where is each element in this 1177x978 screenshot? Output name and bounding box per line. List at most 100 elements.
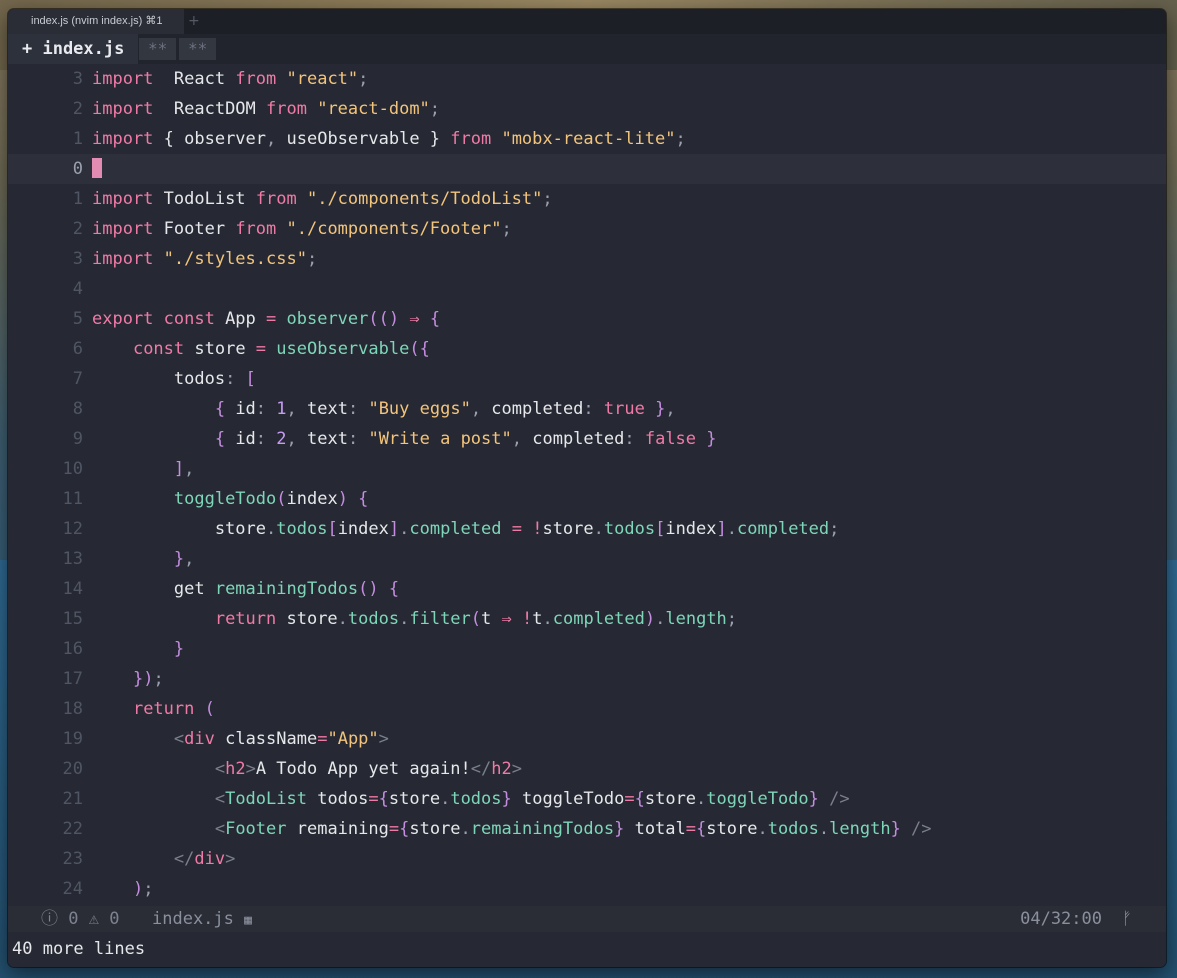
code-line[interactable]: 3 import React from "react"; xyxy=(8,64,1166,94)
git-branch-icon: ᚠ xyxy=(1121,909,1132,929)
line-number: 4 xyxy=(72,279,83,299)
code-line[interactable]: 23 </div> xyxy=(8,844,1166,874)
code-line[interactable]: 3 import "./styles.css"; xyxy=(8,244,1166,274)
code-token: { xyxy=(214,429,226,449)
window-tab[interactable]: index.js (nvim index.js) ⌘1 xyxy=(8,9,184,34)
code-token: = xyxy=(266,309,277,329)
buffer-tab-hidden-1[interactable]: ** xyxy=(139,38,177,60)
code-token: toggleTodo xyxy=(706,789,809,809)
code-editor[interactable]: 3 import React from "react"; 2 import React… xyxy=(8,64,1166,904)
buffer-tab-index-js[interactable]: + index.js xyxy=(8,34,139,64)
code-line[interactable]: 11 toggleTodo(index) { xyxy=(8,484,1166,514)
code-text: </div> xyxy=(92,844,235,874)
code-token: . xyxy=(542,609,553,629)
buffer-line: + index.js ** ** xyxy=(8,34,1166,64)
code-token: , xyxy=(470,399,482,419)
code-token: false xyxy=(634,429,697,449)
code-token: div xyxy=(184,729,215,749)
line-number: 24 xyxy=(62,879,83,899)
new-tab-icon[interactable]: + xyxy=(188,9,200,34)
code-token: { xyxy=(214,399,226,419)
code-token: toggleTodo xyxy=(173,489,277,509)
code-token: , xyxy=(184,549,195,569)
code-line[interactable]: 7 todos: [ xyxy=(8,364,1166,394)
code-text: } xyxy=(92,634,184,664)
code-line[interactable]: 2 import Footer from "./components/Footer… xyxy=(8,214,1166,244)
buffer-tab-hidden-2[interactable]: ** xyxy=(179,38,217,60)
code-token: todos xyxy=(92,369,226,389)
code-line[interactable]: 4 xyxy=(8,274,1166,304)
code-line[interactable]: 24 ); xyxy=(8,874,1166,904)
code-line[interactable]: 0 xyxy=(8,154,1166,184)
line-number: 2 xyxy=(72,99,83,119)
code-line[interactable]: 9 { id: 2, text: "Write a post", complet… xyxy=(8,424,1166,454)
code-line[interactable]: 22 <Footer remaining={store.remainingTod… xyxy=(8,814,1166,844)
code-token: { xyxy=(378,789,389,809)
code-token: TodoList xyxy=(153,189,256,209)
code-token: : xyxy=(255,399,267,419)
code-token: import xyxy=(92,69,154,89)
code-token: (() xyxy=(368,309,410,329)
code-token: store xyxy=(644,789,697,809)
code-line[interactable]: 19 <div className="App"> xyxy=(8,724,1166,754)
line-number: 12 xyxy=(62,519,83,539)
line-number: 10 xyxy=(62,459,83,479)
code-line[interactable]: 18 return ( xyxy=(8,694,1166,724)
code-text: }); xyxy=(92,664,164,694)
code-line[interactable]: 10 ], xyxy=(8,454,1166,484)
code-token: observer xyxy=(276,309,369,329)
code-token: ⇒ xyxy=(409,309,420,329)
code-token: ⇒ xyxy=(501,609,512,629)
line-number: 22 xyxy=(62,819,83,839)
command-line[interactable]: 40 more lines xyxy=(8,934,1166,964)
code-token: "./styles.css" xyxy=(153,249,307,269)
code-token: ( xyxy=(194,699,215,719)
code-token: > xyxy=(245,759,256,779)
code-token: , xyxy=(266,129,277,149)
code-token: completed xyxy=(522,429,625,449)
code-token: h2 xyxy=(225,759,246,779)
code-line[interactable]: 20 <h2>A Todo App yet again!</h2> xyxy=(8,754,1166,784)
code-token: > xyxy=(511,759,522,779)
code-line[interactable]: 5 export const App = observer(() ⇒ { xyxy=(8,304,1166,334)
code-token: store xyxy=(542,519,594,539)
code-line[interactable]: 6 const store = useObservable({ xyxy=(8,334,1166,364)
code-token: total xyxy=(624,819,686,839)
code-token: } xyxy=(644,399,666,419)
line-number: 18 xyxy=(62,699,83,719)
code-token: from xyxy=(235,219,277,239)
code-token: } xyxy=(808,789,819,809)
line-number: 20 xyxy=(62,759,83,779)
code-token: import xyxy=(92,189,154,209)
line-number: 5 xyxy=(72,309,83,329)
code-token: import xyxy=(92,129,154,149)
code-token: } xyxy=(890,819,901,839)
code-token: Footer xyxy=(153,219,236,239)
diagnostics[interactable]: ⓘ 0 ⚠ 0 xyxy=(41,906,120,932)
code-line[interactable]: 17 }); xyxy=(8,664,1166,694)
code-token: import xyxy=(92,99,154,119)
code-line[interactable]: 13 }, xyxy=(8,544,1166,574)
code-line[interactable]: 2 import ReactDOM from "react-dom"; xyxy=(8,94,1166,124)
code-line[interactable]: 8 { id: 1, text: "Buy eggs", completed: … xyxy=(8,394,1166,424)
code-text: <div className="App"> xyxy=(92,724,389,754)
code-token: remainingTodos xyxy=(214,579,359,599)
code-token: return xyxy=(132,699,195,719)
code-token: todos xyxy=(603,519,656,539)
code-token: toggleTodo xyxy=(511,789,625,809)
code-line[interactable]: 1 import { observer, useObservable } from… xyxy=(8,124,1166,154)
code-line[interactable]: 12 store.todos[index].completed = !store… xyxy=(8,514,1166,544)
code-line[interactable]: 21 <TodoList todos={store.todos} toggleT… xyxy=(8,784,1166,814)
code-token: . xyxy=(757,819,768,839)
code-line[interactable]: 15 return store.todos.filter(t ⇒ !t.comp… xyxy=(8,604,1166,634)
code-token: , xyxy=(184,459,195,479)
code-token: true xyxy=(593,399,645,419)
code-text: export const App = observer(() ⇒ { xyxy=(92,304,440,334)
code-line[interactable]: 1 import TodoList from "./components/Todo… xyxy=(8,184,1166,214)
code-line[interactable]: 14 get remainingTodos() { xyxy=(8,574,1166,604)
code-token: "./components/TodoList" xyxy=(296,189,543,209)
code-line[interactable]: 16 } xyxy=(8,634,1166,664)
